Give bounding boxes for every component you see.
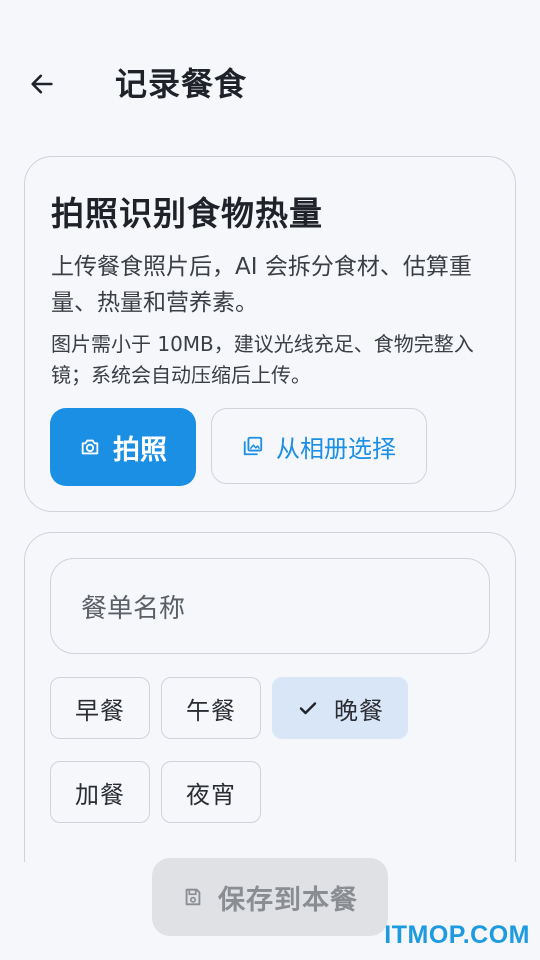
meal-type-chip-late-night[interactable]: 夜宵 (161, 761, 261, 823)
photo-recognition-card: 拍照识别食物热量 上传餐食照片后，AI 会拆分食材、估算重量、热量和营养素。 图… (24, 156, 516, 512)
meal-type-chip-breakfast[interactable]: 早餐 (50, 677, 150, 739)
meal-name-input[interactable]: 餐单名称 (50, 558, 490, 654)
card-title: 拍照识别食物热量 (51, 194, 323, 233)
chip-label: 早餐 (75, 696, 125, 725)
take-photo-button[interactable]: 拍照 (50, 408, 196, 486)
card-description: 上传餐食照片后，AI 会拆分食材、估算重量、热量和营养素。 (51, 254, 472, 316)
chip-label: 加餐 (75, 780, 125, 809)
check-icon (299, 702, 317, 715)
watermark: ITMOP.COM (384, 921, 530, 949)
chip-label: 午餐 (186, 696, 236, 725)
save-label: 保存到本餐 (218, 884, 358, 916)
meal-type-chip-snack[interactable]: 加餐 (50, 761, 150, 823)
chip-label: 晚餐 (334, 696, 384, 725)
save-icon (185, 888, 201, 906)
meal-type-chip-dinner[interactable]: 晚餐 (272, 677, 408, 739)
album-label: 从相册选择 (276, 434, 396, 463)
meal-details-card: 餐单名称 早餐 午餐 晚餐 加餐 夜宵 (24, 532, 516, 862)
card-hint: 图片需小于 10MB，建议光线充足、食物完整入镜；系统会自动压缩后上传。 (51, 332, 474, 387)
back-button[interactable] (22, 64, 62, 104)
image-icon (243, 436, 263, 456)
chip-label: 夜宵 (186, 780, 236, 809)
choose-from-album-button[interactable]: 从相册选择 (211, 408, 427, 484)
meal-type-chip-lunch[interactable]: 午餐 (161, 677, 261, 739)
meal-name-placeholder: 餐单名称 (81, 593, 186, 624)
app-bar: 记录餐食 (0, 40, 540, 130)
page-title: 记录餐食 (115, 65, 248, 103)
arrow-left-icon (31, 74, 53, 94)
save-to-meal-button[interactable]: 保存到本餐 (152, 858, 388, 936)
take-photo-label: 拍照 (113, 434, 167, 466)
camera-icon (81, 439, 99, 455)
